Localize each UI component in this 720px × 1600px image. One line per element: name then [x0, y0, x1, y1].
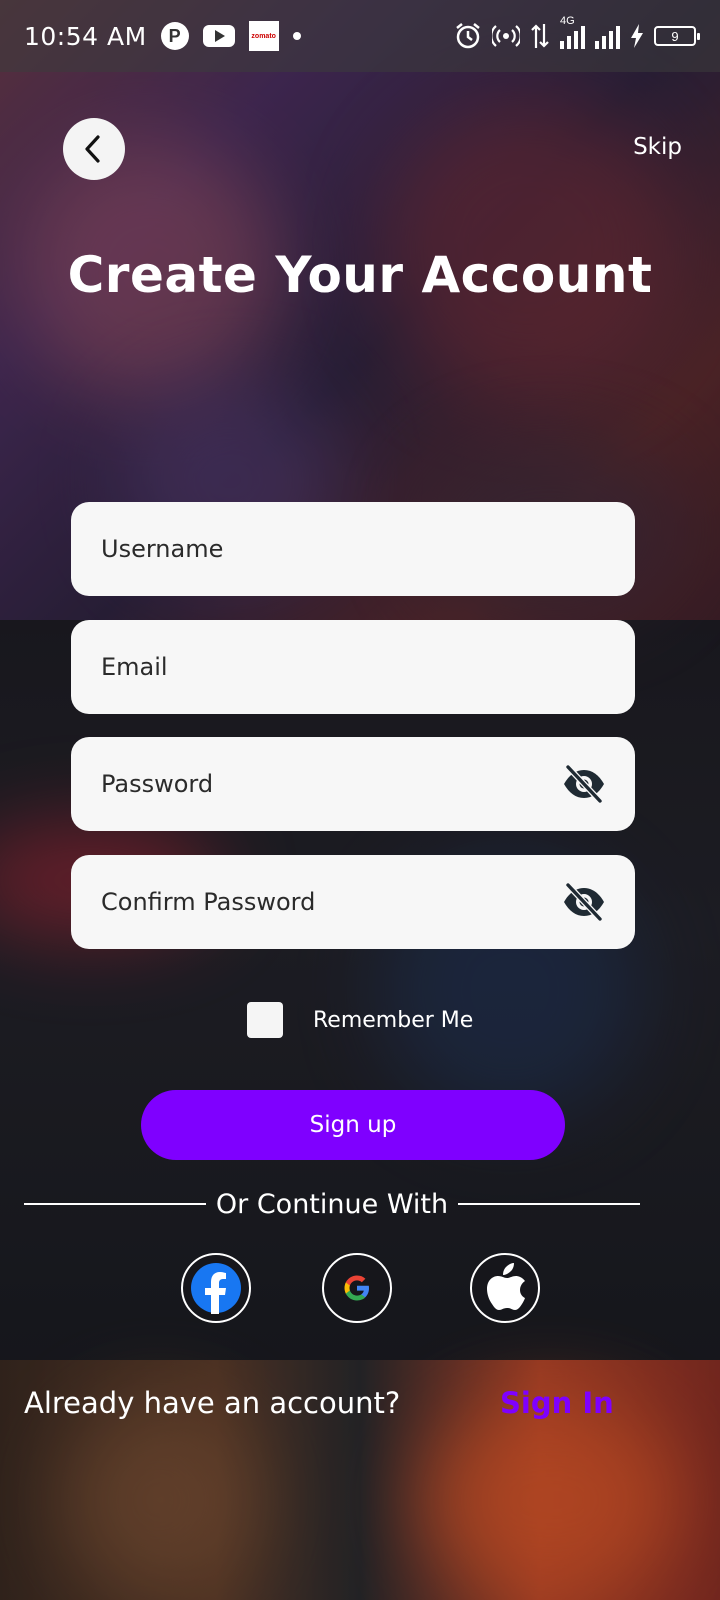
username-field[interactable] — [71, 502, 635, 596]
facebook-button[interactable] — [181, 1253, 251, 1323]
social-divider: Or Continue With — [24, 1184, 641, 1224]
apple-icon — [487, 1263, 525, 1310]
eye-off-icon[interactable] — [561, 879, 607, 925]
status-bar: 10:54 AM P zomato 4G 9 — [0, 0, 720, 72]
data-transfer-icon — [531, 24, 549, 48]
battery-icon: 9 — [654, 26, 700, 46]
back-button[interactable] — [63, 118, 125, 180]
network-type-label: 4G — [560, 15, 575, 27]
divider-line-right — [458, 1203, 641, 1205]
skip-link[interactable]: Skip — [633, 134, 682, 160]
signal-strength-icon: 4G — [560, 15, 585, 49]
confirm-password-input[interactable] — [101, 888, 561, 916]
signal-strength-2-icon — [595, 23, 620, 49]
divider-text: Or Continue With — [215, 1188, 449, 1220]
status-time: 10:54 AM — [24, 21, 147, 51]
eye-off-icon[interactable] — [561, 761, 607, 807]
username-input[interactable] — [101, 535, 607, 563]
notification-icons: P zomato — [160, 21, 279, 51]
remember-me-label: Remember Me — [313, 1007, 474, 1033]
p-icon: P — [160, 22, 189, 50]
charging-icon — [631, 24, 643, 48]
chevron-left-icon — [85, 135, 100, 163]
divider-line-left — [24, 1203, 206, 1205]
system-icons: 4G 9 — [454, 15, 700, 50]
google-button[interactable] — [322, 1253, 392, 1323]
sign-in-link[interactable]: Sign In — [500, 1386, 614, 1420]
confirm-password-field[interactable] — [71, 855, 635, 949]
google-icon — [344, 1275, 369, 1301]
hotspot-icon — [492, 25, 520, 47]
more-notifications-dot-icon — [292, 32, 301, 40]
password-field[interactable] — [71, 737, 635, 831]
signup-button[interactable]: Sign up — [141, 1090, 565, 1160]
remember-me-row: Remember Me — [247, 1002, 473, 1038]
already-have-account-text: Already have an account? — [24, 1386, 401, 1420]
facebook-icon — [191, 1263, 241, 1314]
page-title: Create Your Account — [67, 246, 653, 304]
alarm-icon — [456, 23, 480, 49]
youtube-icon — [202, 25, 235, 47]
email-input[interactable] — [101, 653, 607, 681]
email-field[interactable] — [71, 620, 635, 714]
apple-button[interactable] — [470, 1253, 540, 1323]
password-input[interactable] — [101, 770, 561, 798]
remember-me-checkbox[interactable] — [247, 1002, 283, 1038]
zomato-icon: zomato — [248, 21, 279, 51]
